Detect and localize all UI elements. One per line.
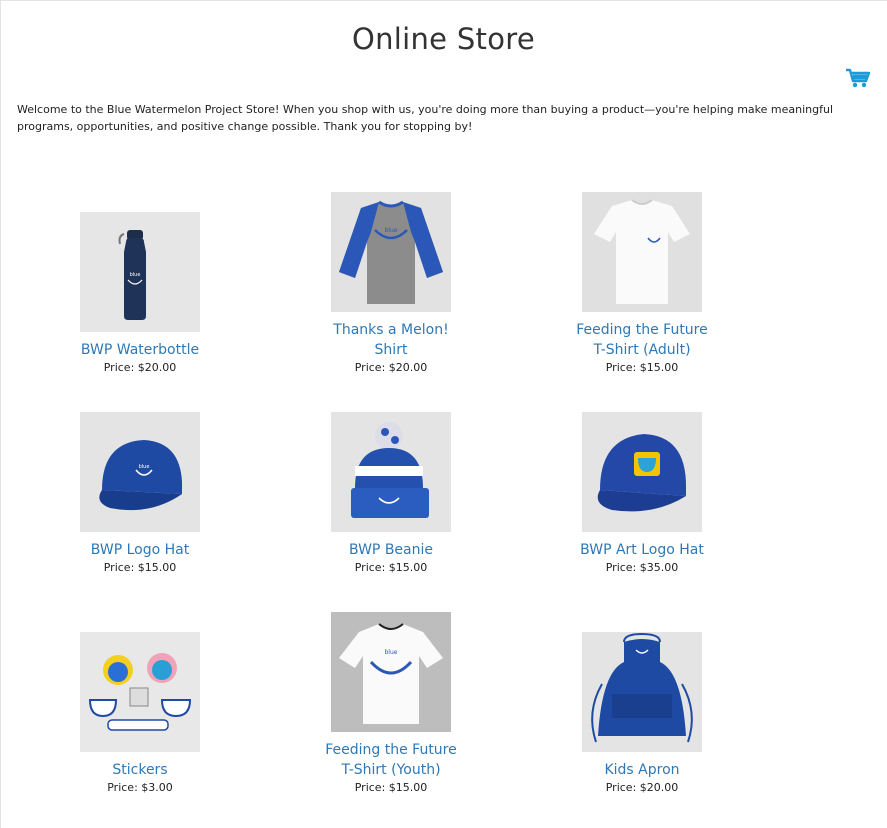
product-card: Stickers Price: $3.00 [40, 632, 240, 796]
product-price: Price: $15.00 [605, 361, 679, 374]
product-image-stickers[interactable] [80, 632, 200, 752]
product-name-link[interactable]: BWP Art Logo Hat [542, 540, 742, 560]
product-image-youth-tshirt[interactable]: blue [331, 612, 451, 732]
page-title: Online Store [351, 22, 535, 56]
product-card: blue BWP Logo Hat Price: $15.00 [40, 412, 240, 576]
product-card: BWP Art Logo Hat Price: $35.00 [542, 412, 742, 576]
product-name-link[interactable]: Kids Apron [542, 760, 742, 780]
product-name-link[interactable]: BWP Waterbottle [40, 340, 240, 360]
shopping-cart-icon[interactable] [845, 67, 871, 89]
product-price: Price: $20.00 [605, 781, 679, 794]
product-image-raglan-shirt[interactable]: blue [331, 192, 451, 312]
product-name-link[interactable]: Feeding the Future T-Shirt (Youth) [291, 740, 491, 780]
product-image-apron[interactable] [582, 632, 702, 752]
product-price: Price: $35.00 [605, 561, 679, 574]
product-price: Price: $15.00 [103, 561, 177, 574]
svg-text:blue: blue [385, 649, 398, 656]
product-price: Price: $15.00 [354, 781, 428, 794]
product-image-trucker-hat[interactable] [582, 412, 702, 532]
product-card: Kids Apron Price: $20.00 [542, 632, 742, 796]
product-image-beanie[interactable] [331, 412, 451, 532]
product-image-cap[interactable]: blue [80, 412, 200, 532]
product-card: blue BWP Waterbottle Price: $20.00 [40, 212, 240, 376]
product-name-link[interactable]: Feeding the Future T-Shirt (Adult) [542, 320, 742, 360]
svg-text:blue: blue [130, 272, 141, 278]
product-card: blue Feeding the Future T-Shirt (Youth) … [291, 612, 491, 796]
product-price: Price: $15.00 [354, 561, 428, 574]
product-price: Price: $20.00 [103, 361, 177, 374]
product-name-link[interactable]: BWP Beanie [291, 540, 491, 560]
product-image-waterbottle[interactable]: blue [80, 212, 200, 332]
product-name-link[interactable]: Stickers [40, 760, 240, 780]
product-price: Price: $20.00 [354, 361, 428, 374]
product-image-white-tshirt[interactable] [582, 192, 702, 312]
store-intro: Welcome to the Blue Watermelon Project S… [17, 103, 834, 133]
svg-text:blue: blue [385, 227, 398, 234]
product-card: blue Thanks a Melon! Shirt Price: $20.00 [291, 192, 491, 376]
product-name-link[interactable]: BWP Logo Hat [40, 540, 240, 560]
product-card: BWP Beanie Price: $15.00 [291, 412, 491, 576]
product-name-link[interactable]: Thanks a Melon! Shirt [291, 320, 491, 360]
product-price: Price: $3.00 [107, 781, 173, 794]
product-card: Feeding the Future T-Shirt (Adult) Price… [542, 192, 742, 376]
svg-text:blue: blue [139, 464, 150, 470]
